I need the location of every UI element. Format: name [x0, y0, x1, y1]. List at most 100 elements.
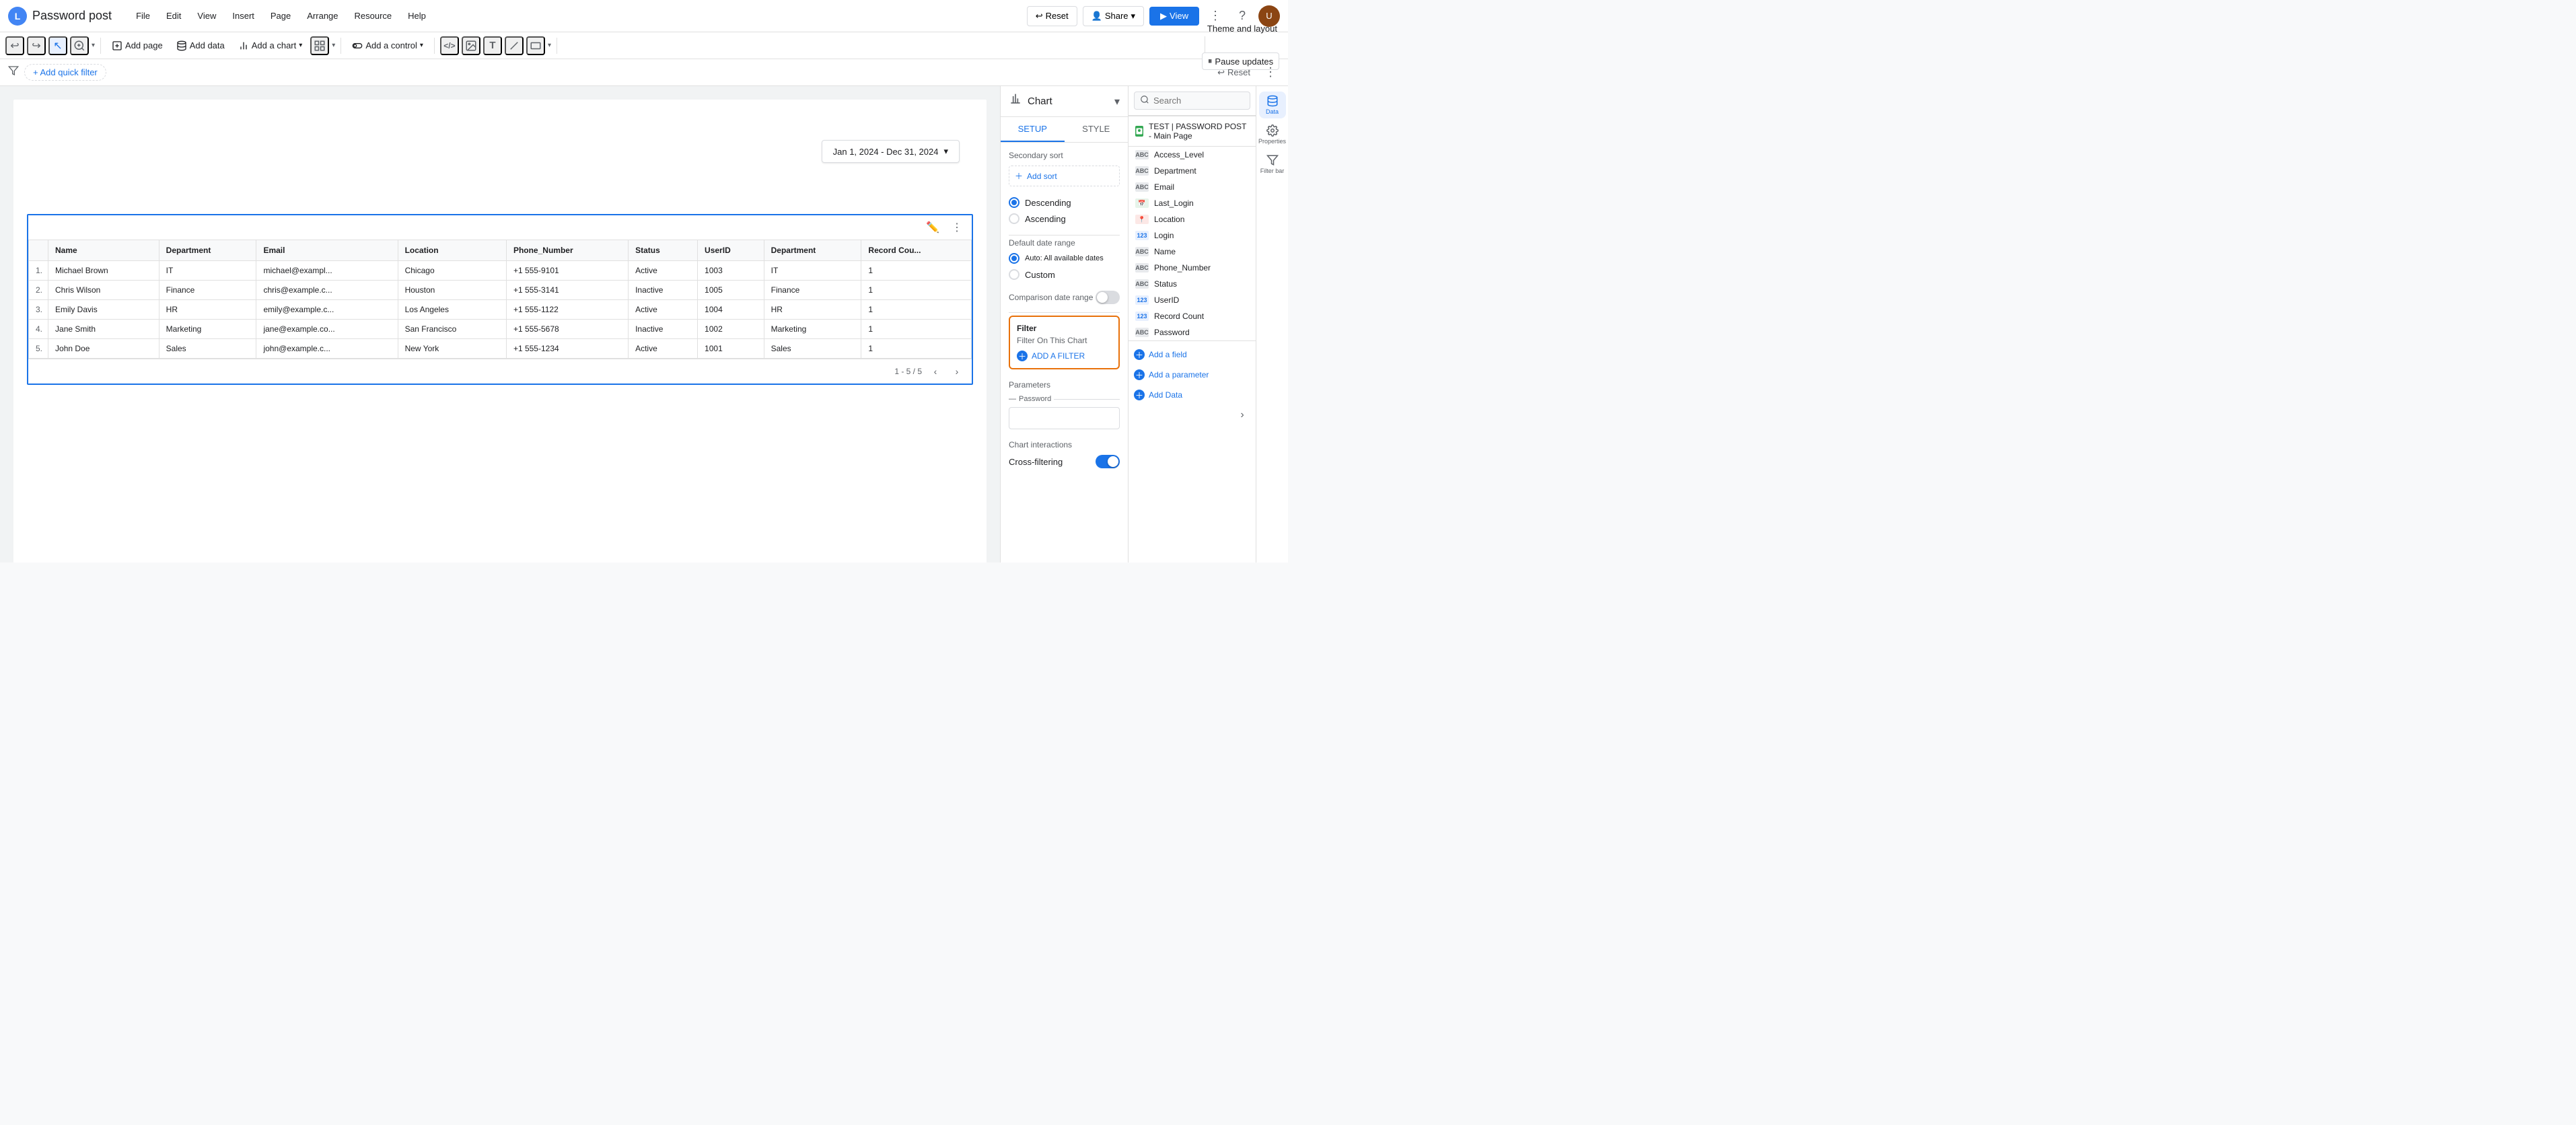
chart-panel-chevron-icon[interactable]: ▾: [1114, 95, 1120, 108]
add-sort-button[interactable]: ＋ Add sort: [1009, 166, 1120, 186]
data-tab-button[interactable]: Data: [1259, 92, 1286, 118]
filter-reset-button[interactable]: ↩ Reset: [1212, 65, 1256, 81]
prev-page-button[interactable]: ‹: [927, 363, 943, 379]
filter-more-button[interactable]: ⋮: [1261, 63, 1280, 82]
data-field-item[interactable]: ABCPhone_Number: [1129, 260, 1256, 276]
auto-dates-option[interactable]: Auto: All available dates: [1009, 253, 1120, 264]
table-more-button[interactable]: ⋮: [947, 218, 966, 237]
table-cell: Active: [629, 261, 698, 281]
data-field-item[interactable]: 📅Last_Login: [1129, 195, 1256, 211]
col-header-name[interactable]: Name: [48, 240, 159, 261]
col-header-status[interactable]: Status: [629, 240, 698, 261]
add-chart-button[interactable]: Add a chart ▾: [233, 38, 308, 54]
table-toolbar: ✏️ ⋮: [28, 215, 972, 240]
view-button[interactable]: ▶ View: [1149, 7, 1199, 26]
menu-insert[interactable]: Insert: [224, 8, 262, 24]
table-cell: Active: [629, 300, 698, 320]
data-field-item[interactable]: ABCAccess_Level: [1129, 147, 1256, 163]
menu-arrange[interactable]: Arrange: [299, 8, 346, 24]
data-field-item[interactable]: 123UserID: [1129, 292, 1256, 308]
custom-dates-option[interactable]: Custom: [1009, 269, 1120, 280]
add-quick-filter-button[interactable]: + Add quick filter: [24, 64, 106, 81]
edit-table-button[interactable]: ✏️: [923, 218, 942, 237]
tab-setup[interactable]: SETUP: [1001, 117, 1065, 142]
add-data-button[interactable]: ＋ Add Data: [1134, 387, 1250, 403]
filter-bar-tab-button[interactable]: Filter bar: [1259, 151, 1286, 178]
pagination-text: 1 - 5 / 5: [894, 367, 922, 376]
shape-button[interactable]: [526, 36, 545, 55]
data-field-item[interactable]: 123Record Count: [1129, 308, 1256, 324]
reset-label: Reset: [1046, 11, 1069, 21]
undo-button[interactable]: ↩: [5, 36, 24, 55]
table-cell: IT: [159, 261, 256, 281]
tab-style[interactable]: STYLE: [1065, 117, 1129, 142]
menu-page[interactable]: Page: [262, 8, 299, 24]
menu-edit[interactable]: Edit: [158, 8, 189, 24]
divider-1: [100, 38, 101, 54]
chart-setup-panel: Chart ▾ SETUP STYLE Secondary sort ＋ Add…: [1000, 86, 1128, 562]
col-header-phone[interactable]: Phone_Number: [506, 240, 628, 261]
col-header-location[interactable]: Location: [398, 240, 506, 261]
descending-option[interactable]: Descending: [1009, 197, 1120, 208]
date-filter-button[interactable]: Jan 1, 2024 - Dec 31, 2024 ▾: [822, 140, 960, 163]
zoom-button[interactable]: [70, 36, 89, 55]
comparison-toggle[interactable]: [1096, 291, 1120, 304]
add-parameter-button[interactable]: ＋ Add a parameter: [1134, 367, 1250, 383]
data-field-item[interactable]: 📍Location: [1129, 211, 1256, 227]
add-control-button[interactable]: Add a control ▾: [347, 38, 429, 54]
custom-dates-radio[interactable]: [1009, 269, 1019, 280]
menu-file[interactable]: File: [128, 8, 158, 24]
col-header-userid[interactable]: UserID: [698, 240, 764, 261]
line-button[interactable]: [505, 36, 524, 55]
field-name-label: Location: [1154, 215, 1184, 224]
menu-resource[interactable]: Resource: [347, 8, 400, 24]
view-label: View: [1170, 11, 1188, 21]
table-cell: Active: [629, 339, 698, 359]
add-filter-chart-button[interactable]: ＋ ADD A FILTER: [1017, 351, 1085, 361]
next-page-button[interactable]: ›: [949, 363, 965, 379]
canvas-area: Jan 1, 2024 - Dec 31, 2024 ▾ ✏️ ⋮ Name D…: [0, 86, 1000, 562]
date-range-radio-group: Auto: All available dates Custom: [1009, 253, 1120, 280]
data-source-item[interactable]: TEST | PASSWORD POST - Main Page: [1129, 116, 1256, 147]
theme-layout-button[interactable]: Theme and layout: [1202, 21, 1283, 36]
cross-filtering-toggle[interactable]: [1096, 455, 1120, 468]
add-control-label: Add a control: [365, 40, 417, 50]
add-page-button[interactable]: Add page: [106, 38, 168, 54]
col-header-recordcount[interactable]: Record Cou...: [861, 240, 972, 261]
table-cell: +1 555-3141: [506, 281, 628, 300]
ascending-option[interactable]: Ascending: [1009, 213, 1120, 224]
col-header-department2[interactable]: Department: [764, 240, 861, 261]
menu-view[interactable]: View: [189, 8, 224, 24]
arrange-button[interactable]: [310, 36, 329, 55]
share-label: Share: [1105, 11, 1129, 21]
share-button[interactable]: 👤 Share ▾: [1083, 6, 1144, 26]
data-field-item[interactable]: 123Login: [1129, 227, 1256, 244]
properties-tab-button[interactable]: Properties: [1259, 121, 1286, 148]
data-field-item[interactable]: ABCName: [1129, 244, 1256, 260]
image-button[interactable]: [462, 36, 480, 55]
data-field-item[interactable]: ABCStatus: [1129, 276, 1256, 292]
redo-button[interactable]: ↪: [27, 36, 46, 55]
select-button[interactable]: ↖: [48, 36, 67, 55]
text-button[interactable]: T: [483, 36, 502, 55]
add-data-button[interactable]: Add data: [171, 38, 230, 54]
descending-radio[interactable]: [1009, 197, 1019, 208]
table-cell: Finance: [764, 281, 861, 300]
reset-button[interactable]: ↩ Reset: [1027, 6, 1077, 26]
col-header-department[interactable]: Department: [159, 240, 256, 261]
field-type-icon: ABC: [1135, 166, 1149, 176]
menu-help[interactable]: Help: [400, 8, 434, 24]
data-field-item[interactable]: ABCDepartment: [1129, 163, 1256, 179]
auto-dates-radio[interactable]: [1009, 253, 1019, 264]
ascending-radio[interactable]: [1009, 213, 1019, 224]
properties-tab-label: Properties: [1258, 138, 1286, 145]
data-field-item[interactable]: ABCEmail: [1129, 179, 1256, 195]
expand-panel-button[interactable]: ›: [1234, 407, 1250, 423]
col-header-email[interactable]: Email: [256, 240, 398, 261]
setup-style-tabs: SETUP STYLE: [1001, 117, 1128, 143]
data-search-input[interactable]: [1153, 96, 1244, 106]
password-param-input[interactable]: [1015, 413, 1114, 423]
add-field-button[interactable]: ＋ Add a field: [1134, 347, 1250, 363]
code-button[interactable]: </>: [440, 36, 459, 55]
data-field-item[interactable]: ABCPassword: [1129, 324, 1256, 340]
